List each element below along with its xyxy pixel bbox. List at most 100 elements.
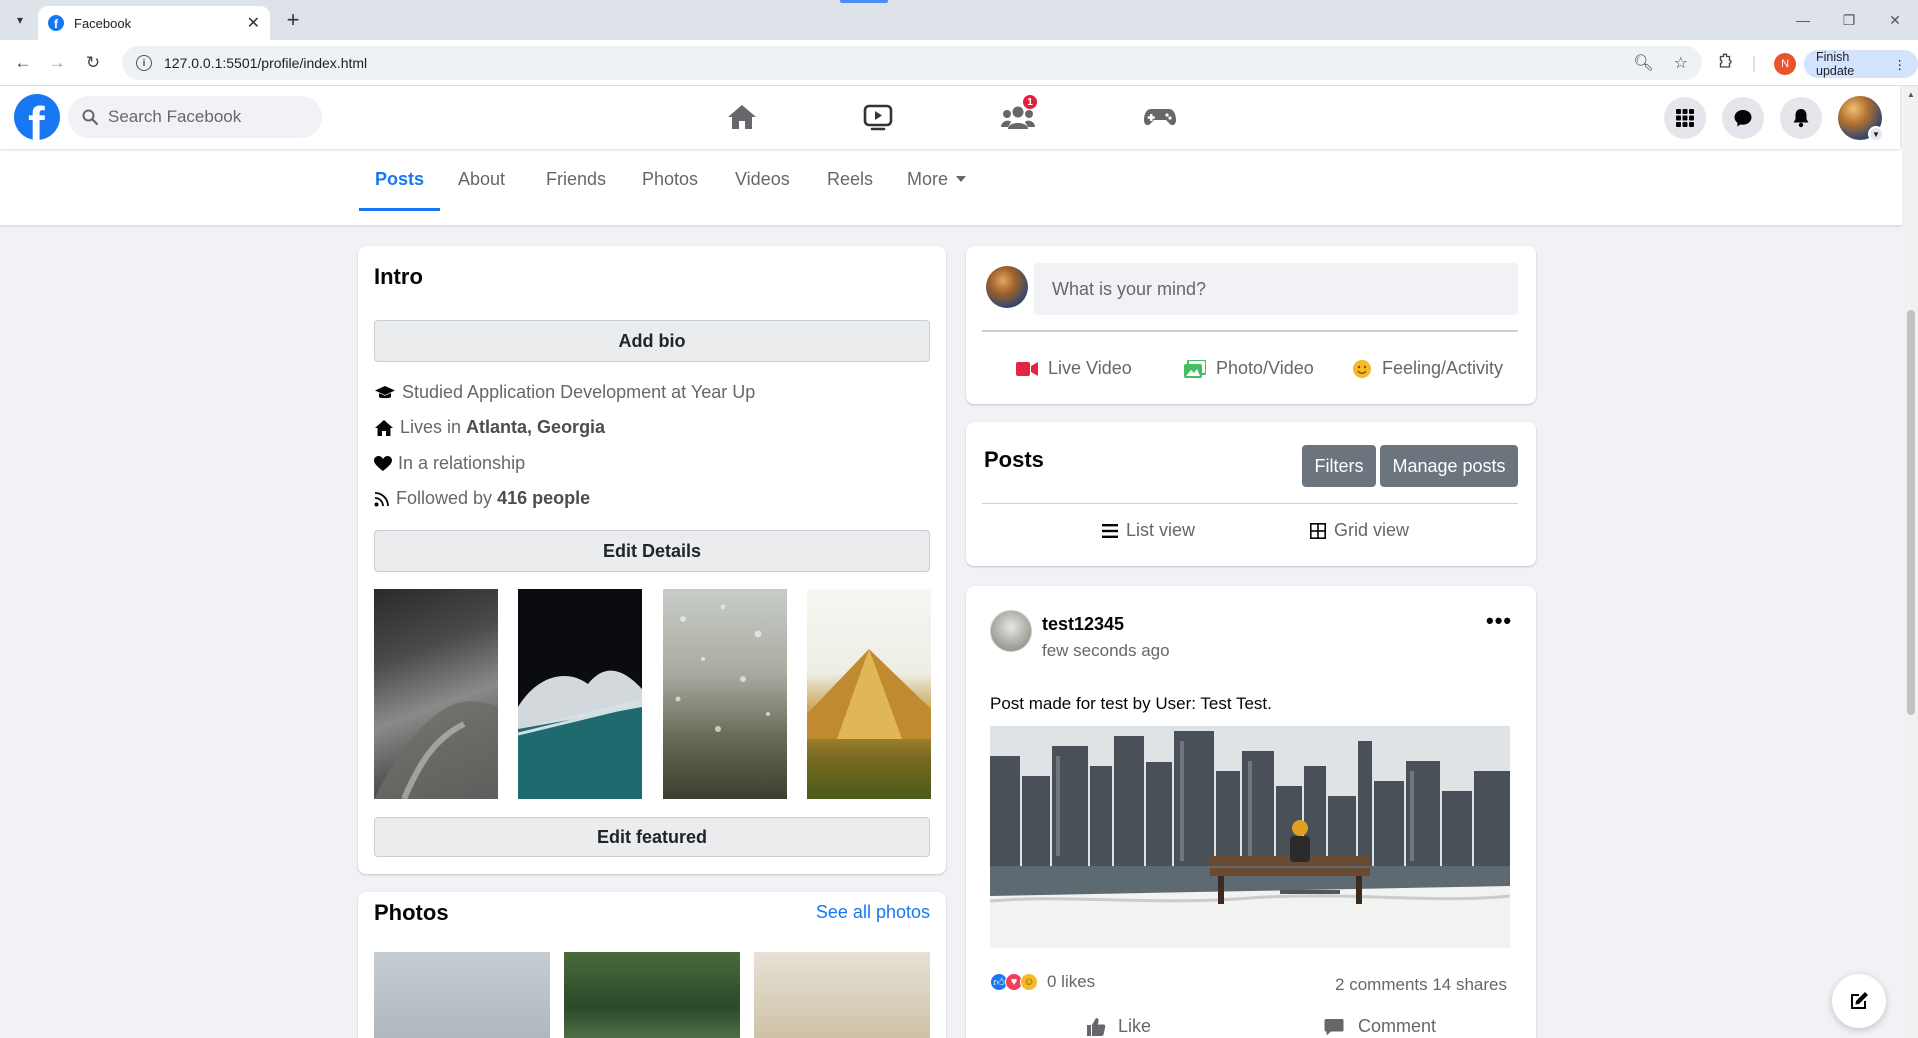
messenger-icon[interactable] — [1722, 97, 1764, 139]
restore-icon[interactable]: ❐ — [1826, 0, 1872, 40]
more-caret-down-icon — [956, 176, 967, 182]
lives-place: Atlanta, Georgia — [466, 417, 606, 437]
notifications-bell-icon[interactable] — [1780, 97, 1822, 139]
live-video-button[interactable]: Live Video — [1016, 358, 1132, 379]
reload-icon[interactable]: ↻ — [80, 50, 106, 76]
scrollbar-thumb[interactable] — [1907, 310, 1915, 715]
post-image-city-skyline[interactable] — [990, 726, 1510, 948]
tab-friends[interactable]: Friends — [530, 149, 622, 209]
post-author-avatar[interactable] — [990, 610, 1032, 652]
comment-bubble-icon — [1324, 1018, 1344, 1035]
location-line: Lives in Atlanta, Georgia — [374, 417, 605, 438]
heart-icon — [374, 455, 392, 471]
photos-title: Photos — [374, 900, 449, 925]
edit-details-button[interactable]: Edit Details — [374, 530, 930, 572]
post-timestamp: few seconds ago — [1042, 641, 1170, 660]
tab-search-chevron-icon[interactable]: ▾ — [8, 8, 32, 32]
new-tab-plus-icon[interactable]: + — [280, 7, 306, 33]
composer-avatar — [986, 266, 1028, 308]
url-text[interactable]: 127.0.0.1:5501/profile/index.html — [164, 55, 1633, 71]
photo-video-button[interactable]: Photo/Video — [1184, 358, 1314, 379]
zoom-icon[interactable]: 🔍︎ — [1633, 53, 1653, 73]
search-input[interactable] — [108, 107, 308, 127]
photo-thumbnail[interactable] — [374, 952, 550, 1038]
page-scrollbar[interactable]: ▲ — [1904, 86, 1918, 1038]
grid-view-label: Grid view — [1334, 520, 1410, 540]
featured-image-forest-road[interactable] — [374, 589, 498, 801]
window-close-icon[interactable]: ✕ — [1872, 0, 1918, 40]
tab-posts[interactable]: Posts — [359, 149, 441, 211]
post-body-text: Post made for test by User: Test Test. — [990, 694, 1272, 713]
comments-shares-count[interactable]: 2 comments 14 shares — [1335, 975, 1507, 995]
photo-video-label: Photo/Video — [1216, 358, 1314, 378]
grid-view-toggle[interactable]: Grid view — [1310, 520, 1409, 541]
facebook-favicon-icon: f — [48, 15, 64, 31]
tab-photos[interactable]: Photos — [626, 149, 714, 209]
like-button[interactable]: Like — [1086, 1016, 1151, 1037]
kebab-menu-icon: ⋮ — [1893, 57, 1907, 72]
bookmark-star-icon[interactable]: ☆ — [1674, 53, 1688, 73]
photo-thumbnail[interactable] — [754, 952, 930, 1038]
thumbs-up-icon — [1087, 1017, 1106, 1036]
photo-gallery-icon — [1184, 359, 1206, 378]
browser-profile-avatar[interactable]: N — [1774, 52, 1797, 75]
live-video-label: Live Video — [1048, 358, 1132, 378]
tab-close-icon[interactable]: ✕ — [247, 13, 260, 33]
list-view-label: List view — [1126, 520, 1196, 540]
post-reactions-summary[interactable]: 👍︎ ♥ ☺ 0 likes — [990, 972, 1095, 992]
photo-thumbnail[interactable] — [564, 952, 740, 1038]
add-bio-button[interactable]: Add bio — [374, 320, 930, 362]
followers-line: Followed by 416 people — [374, 488, 590, 509]
comment-label: Comment — [1358, 1016, 1437, 1036]
window-controls: — ❐ ✕ — [1780, 0, 1918, 40]
see-all-photos-link[interactable]: See all photos — [816, 902, 930, 923]
tab-loading-indicator — [840, 0, 888, 3]
feeling-activity-button[interactable]: Feeling/Activity — [1352, 358, 1503, 379]
featured-image-canoe[interactable] — [807, 589, 931, 799]
new-message-compose-button[interactable] — [1832, 974, 1886, 1028]
tab-videos[interactable]: Videos — [719, 149, 806, 209]
featured-image-wave-pool[interactable] — [517, 589, 643, 799]
education-text: Studied Application Development at Year … — [402, 382, 756, 402]
manage-posts-button[interactable]: Manage posts — [1380, 445, 1518, 487]
scroll-up-arrow-icon[interactable]: ▲ — [1907, 90, 1915, 99]
tab-more[interactable]: More — [891, 149, 982, 209]
forward-arrow-icon[interactable]: → — [44, 50, 70, 76]
extensions-puzzle-icon[interactable] — [1716, 52, 1734, 75]
tab-about[interactable]: About — [442, 149, 521, 209]
minimize-icon[interactable]: — — [1780, 0, 1826, 40]
feeling-activity-label: Feeling/Activity — [1382, 358, 1504, 378]
finish-update-button[interactable]: Finish update ⋮ — [1804, 50, 1918, 78]
menu-grid-icon[interactable] — [1664, 97, 1706, 139]
intro-card: Intro Add bio Studied Application Develo… — [358, 246, 946, 874]
groups-icon[interactable]: 1 — [998, 94, 1038, 134]
profile-tabs-bar: Posts About Friends Photos Videos Reels … — [0, 149, 1902, 226]
home-icon[interactable] — [722, 100, 762, 134]
browser-toolbar: ← → ↻ i 127.0.0.1:5501/profile/index.htm… — [0, 40, 1918, 86]
grid-view-icon — [1310, 522, 1326, 539]
search-box[interactable] — [68, 96, 322, 138]
compose-pencil-icon — [1851, 992, 1868, 1009]
posts-panel-card: Posts Filters Manage posts List view Gri… — [966, 422, 1536, 566]
whats-on-your-mind-input[interactable] — [1034, 263, 1518, 315]
followers-count: 416 people — [497, 488, 591, 508]
followed-prefix: Followed by — [396, 488, 498, 508]
site-info-icon[interactable]: i — [136, 55, 152, 71]
facebook-top-nav: f 1 ▼ — [0, 86, 1900, 149]
gaming-controller-icon[interactable] — [1140, 100, 1180, 134]
comment-button[interactable]: Comment — [1324, 1016, 1436, 1037]
tab-reels[interactable]: Reels — [811, 149, 889, 209]
post-more-options-icon[interactable]: ••• — [1486, 608, 1512, 634]
post-author-name[interactable]: test12345 — [1042, 614, 1124, 635]
account-chevron-down-icon[interactable]: ▼ — [1868, 126, 1884, 142]
browser-tab[interactable]: f Facebook ✕ — [38, 6, 270, 40]
back-arrow-icon[interactable]: ← — [10, 50, 36, 76]
address-bar[interactable]: i 127.0.0.1:5501/profile/index.html 🔍︎ ☆ — [122, 46, 1702, 80]
facebook-logo-icon[interactable]: f — [14, 94, 60, 140]
featured-image-rain-window[interactable] — [663, 589, 787, 799]
edit-featured-button[interactable]: Edit featured — [374, 817, 930, 857]
list-view-toggle[interactable]: List view — [1102, 520, 1195, 541]
smiley-face-icon — [1353, 359, 1371, 378]
filters-button[interactable]: Filters — [1302, 445, 1376, 487]
watch-video-icon[interactable] — [858, 100, 898, 134]
